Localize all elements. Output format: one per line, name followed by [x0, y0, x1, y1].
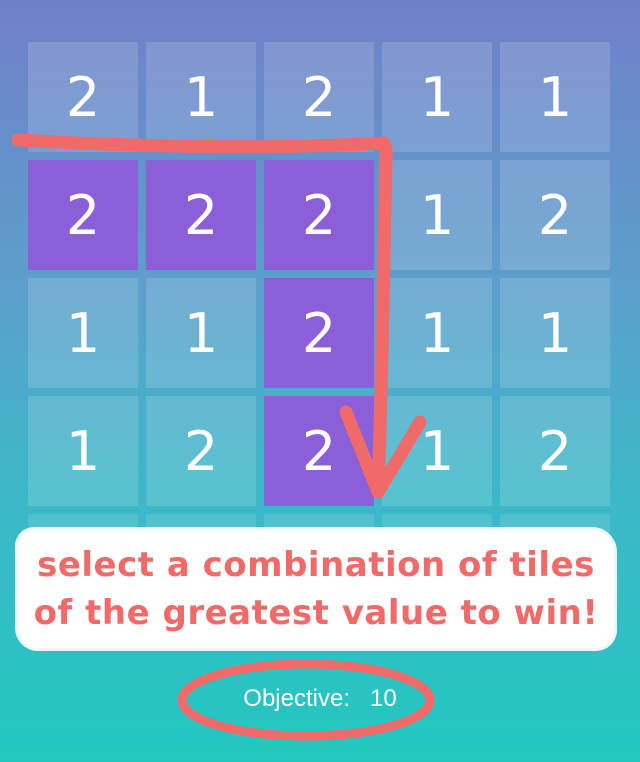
- tile-r3-c3[interactable]: 2: [264, 278, 374, 388]
- tutorial-banner: select a combination of tiles of the gre…: [18, 530, 614, 648]
- tile-r2-c1[interactable]: 2: [28, 160, 138, 270]
- objective-display: Objective: 10: [0, 684, 640, 714]
- tile-r2-c3[interactable]: 2: [264, 160, 374, 270]
- tile-r4-c1[interactable]: 1: [28, 396, 138, 506]
- tutorial-line-2: of the greatest value to win!: [33, 593, 599, 633]
- objective-value: 10: [370, 685, 397, 712]
- tile-r4-c4[interactable]: 1: [382, 396, 492, 506]
- tile-r4-c3[interactable]: 2: [264, 396, 374, 506]
- tile-r1-c5[interactable]: 1: [500, 42, 610, 152]
- tile-r2-c5[interactable]: 2: [500, 160, 610, 270]
- tile-r1-c2[interactable]: 1: [146, 42, 256, 152]
- tile-r1-c3[interactable]: 2: [264, 42, 374, 152]
- tile-r4-c2[interactable]: 2: [146, 396, 256, 506]
- tile-r1-c4[interactable]: 1: [382, 42, 492, 152]
- tile-r1-c1[interactable]: 2: [28, 42, 138, 152]
- tile-r2-c2[interactable]: 2: [146, 160, 256, 270]
- objective-label: Objective:: [243, 685, 350, 712]
- tutorial-line-1: select a combination of tiles: [37, 545, 595, 585]
- tile-r3-c4[interactable]: 1: [382, 278, 492, 388]
- tile-r4-c5[interactable]: 2: [500, 396, 610, 506]
- tile-r3-c5[interactable]: 1: [500, 278, 610, 388]
- tile-r3-c2[interactable]: 1: [146, 278, 256, 388]
- tile-r3-c1[interactable]: 1: [28, 278, 138, 388]
- tile-r2-c4[interactable]: 1: [382, 160, 492, 270]
